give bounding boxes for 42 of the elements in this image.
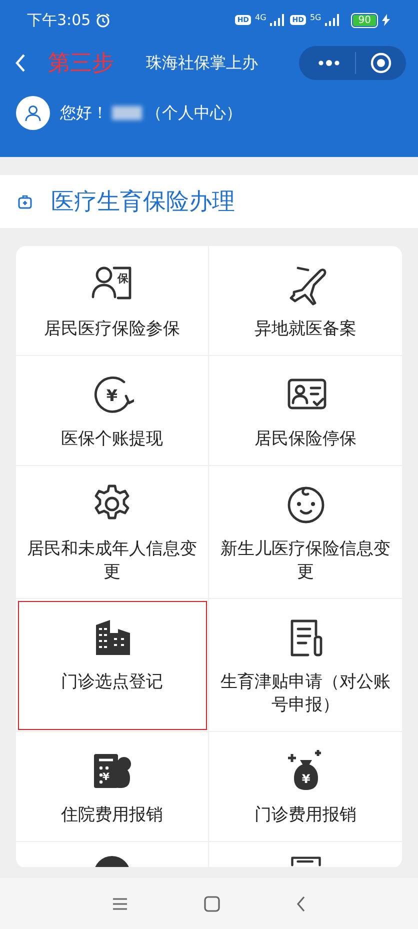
service-item[interactable]: ¥ 医保个账提现 xyxy=(16,356,209,466)
service-label: 住院费用报销 xyxy=(61,804,163,827)
network-type: 4G xyxy=(255,13,266,22)
service-item[interactable]: ¥ 住院费用报销 xyxy=(16,732,209,842)
section-title: 医疗生育保险办理 xyxy=(51,188,235,217)
document-icon xyxy=(288,856,322,867)
step-annotation: 第三步 xyxy=(48,50,115,78)
service-item[interactable]: 保 居民医疗保险参保 xyxy=(16,246,209,356)
alarm-icon xyxy=(94,12,111,28)
personal-center-link[interactable]: （个人中心） xyxy=(146,102,242,124)
person-icon xyxy=(24,104,42,122)
page-title: 珠海社保掌上办 xyxy=(146,52,259,74)
service-item[interactable]: ¥ 门诊费用报销 xyxy=(209,732,402,842)
service-item[interactable]: 异地就医备案 xyxy=(209,246,402,356)
more-icon[interactable] xyxy=(317,58,341,68)
service-label: 居民保险停保 xyxy=(254,428,356,451)
service-label: 门诊费用报销 xyxy=(254,804,356,827)
status-time: 下午3:05 xyxy=(27,10,91,30)
battery-level: 90 xyxy=(353,14,376,26)
signal-icon xyxy=(270,14,286,26)
medical-kit-icon xyxy=(18,194,32,208)
back-icon[interactable] xyxy=(296,896,306,912)
service-item[interactable]: 居民保险停保 xyxy=(209,356,402,466)
service-label: 生育津贴申请（对公账号申报） xyxy=(220,671,392,717)
close-target-icon[interactable] xyxy=(370,52,392,74)
signal-icon xyxy=(325,14,342,26)
service-item[interactable]: 门诊选点登记 xyxy=(16,599,209,732)
service-item[interactable]: 居民和未成年人信息变更 xyxy=(16,466,209,599)
menu-icon[interactable] xyxy=(112,896,128,910)
service-label: 医保个账提现 xyxy=(61,428,163,451)
service-label: 居民医疗保险参保 xyxy=(44,318,180,341)
service-item[interactable]: 生育津贴申请（对公账号申报） xyxy=(209,599,402,732)
service-label: 门诊选点登记 xyxy=(61,671,163,694)
service-label: 新生儿医疗保险信息变更 xyxy=(220,538,392,584)
service-label: 异地就医备案 xyxy=(254,318,356,341)
network-type: 5G xyxy=(310,13,322,22)
greeting-text: 您好！ xyxy=(60,102,108,124)
home-icon[interactable] xyxy=(204,896,220,912)
service-item[interactable]: 新生儿医疗保险信息变更 xyxy=(209,466,402,599)
user-avatar[interactable] xyxy=(16,96,50,130)
back-icon[interactable] xyxy=(14,53,28,73)
service-label: 居民和未成年人信息变更 xyxy=(26,538,198,584)
